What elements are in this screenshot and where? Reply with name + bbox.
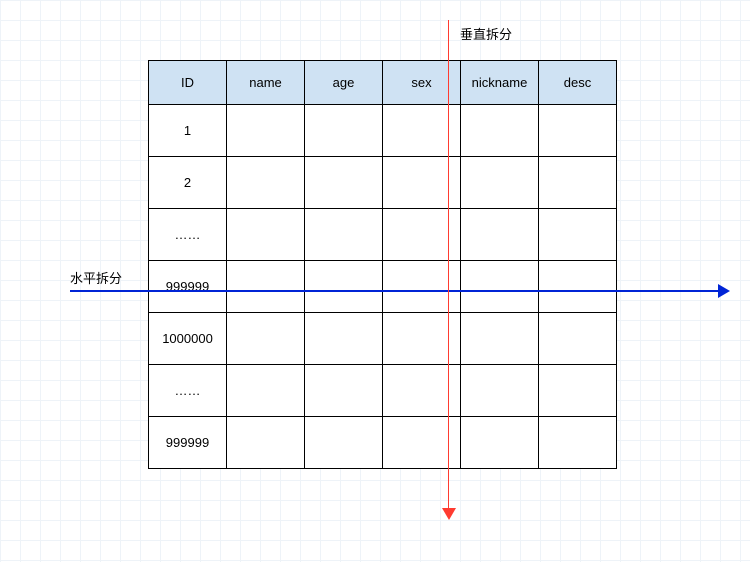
table-cell [305,417,383,469]
table-cell [461,209,539,261]
table-cell: …… [149,365,227,417]
table-row: 999999 [149,261,617,313]
table-cell: …… [149,209,227,261]
col-header: desc [539,61,617,105]
arrow-right-icon [718,284,730,298]
col-header: age [305,61,383,105]
table-cell: 2 [149,157,227,209]
table-cell [227,209,305,261]
table-cell [227,417,305,469]
table-cell [539,417,617,469]
horizontal-split-arrow [70,290,720,292]
table-cell [539,157,617,209]
data-table: ID name age sex nickname desc 1 2 …… [148,60,617,469]
table-row: 1000000 [149,313,617,365]
col-header: ID [149,61,227,105]
table-cell [461,157,539,209]
table-cell [305,365,383,417]
table-cell [227,313,305,365]
table-cell: 1 [149,105,227,157]
vertical-split-arrow [448,20,449,510]
arrow-down-icon [442,508,456,520]
col-header: name [227,61,305,105]
table-cell [305,261,383,313]
table-cell [461,261,539,313]
table-cell [461,105,539,157]
table-cell [539,209,617,261]
table-row: 999999 [149,417,617,469]
table-row: 2 [149,157,617,209]
table-cell [305,313,383,365]
table-cell [539,313,617,365]
table-cell [305,105,383,157]
table-header-row: ID name age sex nickname desc [149,61,617,105]
table-cell [539,365,617,417]
table-row: …… [149,209,617,261]
table-cell [461,417,539,469]
col-header: nickname [461,61,539,105]
table-row: 1 [149,105,617,157]
table-row: …… [149,365,617,417]
table-cell [539,105,617,157]
table-cell [227,261,305,313]
vertical-split-label: 垂直拆分 [460,24,512,43]
table-cell: 1000000 [149,313,227,365]
table-cell [305,209,383,261]
table-cell [461,365,539,417]
table-cell [461,313,539,365]
table-cell [227,105,305,157]
horizontal-split-label: 水平拆分 [70,268,122,287]
table-cell: 999999 [149,261,227,313]
table-cell [227,157,305,209]
table-cell [227,365,305,417]
table-cell: 999999 [149,417,227,469]
table-cell [539,261,617,313]
table-cell [305,157,383,209]
